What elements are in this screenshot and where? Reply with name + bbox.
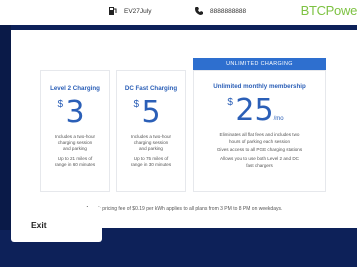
plan-card-dcfast[interactable]: DC Fast Charging $ 5 Includes a two-hour… — [116, 70, 186, 192]
plan-price: $ 25/mo — [227, 93, 284, 128]
ev-charger-icon — [108, 6, 118, 16]
plan-title: Level 2 Charging — [50, 85, 100, 92]
plan-description: Includes a two-hour charging session and… — [130, 134, 172, 167]
plan-card-level2[interactable]: Level 2 Charging $ 3 Includes a two-hour… — [40, 70, 110, 192]
top-bar: EV27July 8888888888 BTCPowe — [0, 0, 357, 25]
side-strip — [0, 25, 11, 230]
unlimited-banner: UNLIMITED CHARGING — [193, 58, 326, 70]
plan-card-unlimited[interactable]: Unlimited monthly membership $ 25/mo Eli… — [193, 70, 326, 192]
station-id: EV27July — [124, 7, 152, 15]
plan-price: $ 5 — [133, 95, 161, 130]
exit-button[interactable]: Exit — [11, 207, 102, 242]
plan-title: Unlimited monthly membership — [213, 83, 306, 90]
plan-price: $ 3 — [57, 95, 85, 130]
brand-logo: BTCPowe — [300, 3, 357, 18]
plan-title: DC Fast Charging — [124, 85, 178, 92]
plan-description: Eliminates all flat fees and includes tw… — [216, 132, 303, 168]
station-info: EV27July — [108, 6, 151, 16]
phone-icon — [194, 6, 204, 16]
phone-info: 8888888888 — [194, 6, 246, 16]
phone-number: 8888888888 — [210, 7, 247, 15]
plan-description: Includes a two-hour charging session and… — [54, 134, 96, 167]
